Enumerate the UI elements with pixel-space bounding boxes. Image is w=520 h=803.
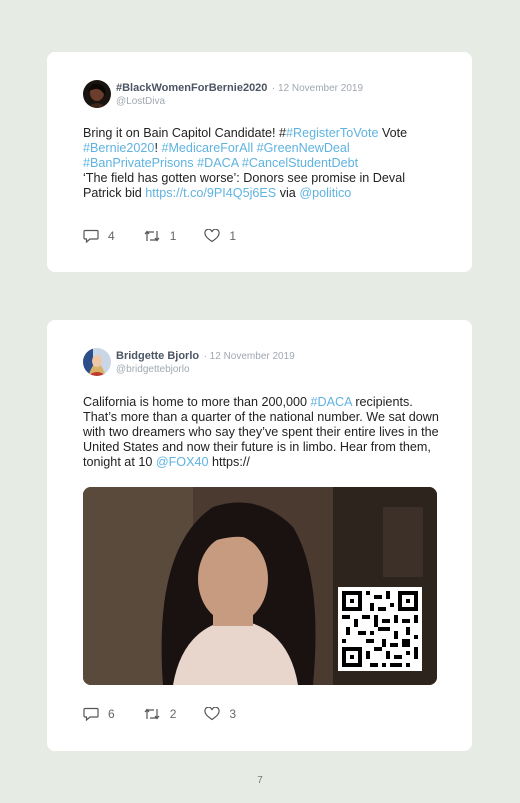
retweet-icon <box>144 230 160 242</box>
tweet-link[interactable]: #CancelStudentDebt <box>242 156 358 170</box>
tweet-link[interactable]: #RegisterToVote <box>286 126 378 140</box>
tweet-header: Bridgette Bjorlo · 12 November 2019 @bri… <box>83 348 295 376</box>
tweet-link[interactable]: https://t.co/9PI4Q5j6ES <box>145 186 276 200</box>
tweet-actions: 4 1 1 <box>83 229 264 243</box>
like-icon <box>204 707 220 721</box>
tweet-link[interactable]: @FOX40 <box>156 455 209 469</box>
tweet-link[interactable]: #Bernie2020 <box>83 141 154 155</box>
tweet-link[interactable]: #BanPrivatePrisons <box>83 156 194 170</box>
like-button[interactable]: 1 <box>204 229 236 243</box>
author-handle[interactable]: @bridgettebjorlo <box>116 363 295 376</box>
reply-count: 6 <box>108 707 115 721</box>
retweet-button[interactable]: 1 <box>143 229 177 243</box>
reply-icon <box>83 229 99 243</box>
tweet-media-image[interactable] <box>83 487 437 685</box>
tweet-card: Bridgette Bjorlo · 12 November 2019 @bri… <box>47 320 472 751</box>
tweet-text-segment: California is home to more than 200,000 <box>83 395 311 409</box>
like-count: 3 <box>229 707 237 721</box>
avatar[interactable] <box>83 348 111 376</box>
tweet-text: California is home to more than 200,000 … <box>83 395 442 470</box>
retweet-count: 2 <box>169 707 177 721</box>
reply-button[interactable]: 4 <box>83 229 115 243</box>
retweet-icon <box>144 708 160 720</box>
reply-icon <box>83 707 99 721</box>
retweet-button[interactable]: 2 <box>143 707 177 721</box>
reply-count: 4 <box>108 229 115 243</box>
like-icon <box>204 229 220 243</box>
tweet-date: · 12 November 2019 <box>271 83 364 94</box>
tweet-link[interactable]: #DACA <box>311 395 352 409</box>
tweet-link[interactable]: #MedicareForAll <box>161 141 253 155</box>
tweet-text-segment: https:// <box>208 455 250 469</box>
tweet-text: Bring it on Bain Capitol Candidate! ##Re… <box>83 126 442 201</box>
tweet-date: · 12 November 2019 <box>203 351 295 362</box>
tweet-link[interactable]: #DACA <box>197 156 238 170</box>
like-button[interactable]: 3 <box>204 707 236 721</box>
retweet-count: 1 <box>169 229 177 243</box>
author-handle[interactable]: @LostDiva <box>116 95 363 108</box>
author-name[interactable]: #BlackWomenForBernie2020 <box>116 82 267 94</box>
tweet-actions: 6 2 3 <box>83 707 264 721</box>
author-name[interactable]: Bridgette Bjorlo <box>116 350 199 362</box>
tweet-text-segment: via <box>276 186 300 200</box>
like-count: 1 <box>229 229 237 243</box>
reply-button[interactable]: 6 <box>83 707 115 721</box>
tweet-card: #BlackWomenForBernie2020 · 12 November 2… <box>47 52 472 272</box>
tweet-link[interactable]: #GreenNewDeal <box>257 141 350 155</box>
qr-code <box>338 587 422 671</box>
tweet-text-segment: Vote <box>378 126 408 140</box>
avatar[interactable] <box>83 80 111 108</box>
tweet-text-segment: Bring it on Bain Capitol Candidate! # <box>83 126 287 140</box>
tweet-link[interactable]: @politico <box>299 186 351 200</box>
tweet-header: #BlackWomenForBernie2020 · 12 November 2… <box>83 80 363 108</box>
page-number: 7 <box>257 775 263 786</box>
